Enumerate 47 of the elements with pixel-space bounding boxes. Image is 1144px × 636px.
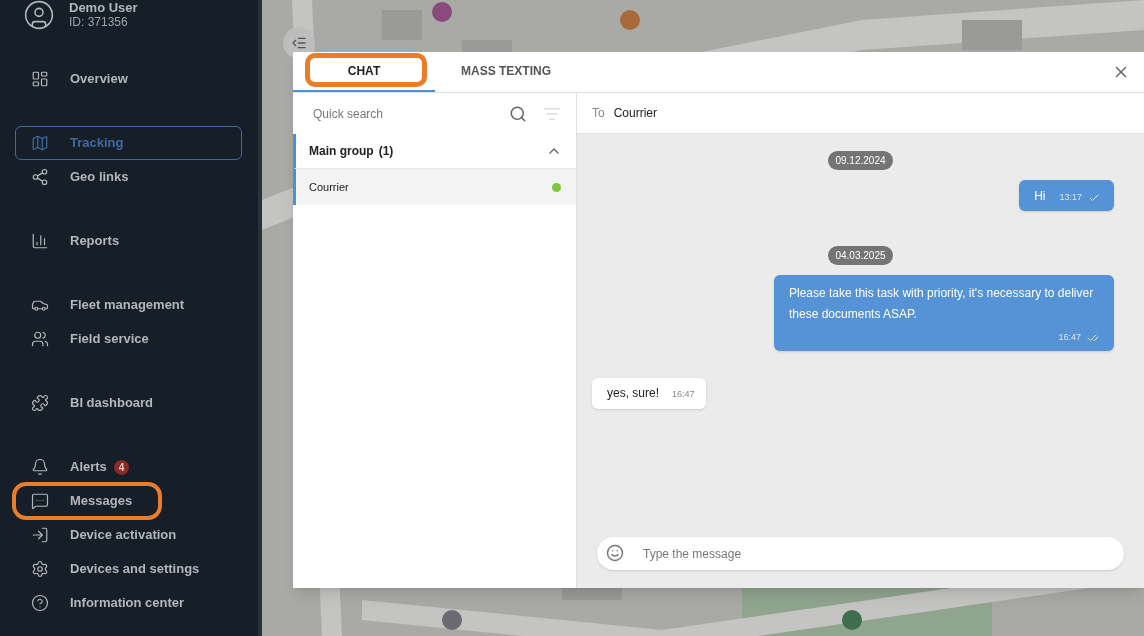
message-field[interactable]: Type the message (597, 537, 1124, 570)
chat-icon (31, 492, 49, 510)
date-chip: 09.12.2024 (828, 151, 893, 170)
nav-item[interactable]: Overview (15, 62, 242, 96)
message-text: yes, sure! (607, 385, 660, 402)
nav-item[interactable]: Devices and settings (15, 552, 242, 586)
device-login-icon (31, 526, 49, 544)
nav-item[interactable]: Geo links (15, 160, 242, 194)
nav-item[interactable]: BI dashboard (15, 386, 242, 420)
nav-item[interactable]: Device activation (15, 518, 242, 552)
user-name: Demo User (69, 0, 138, 15)
nav-item[interactable]: Fleet management (15, 288, 242, 322)
message-time: 13:17 (1059, 190, 1082, 204)
collapse-icon (291, 35, 307, 51)
count-badge: 4 (113, 459, 130, 475)
avatar-icon (23, 0, 55, 31)
nav-item[interactable]: Messages (15, 484, 242, 518)
dashboard-icon (31, 70, 49, 88)
tab[interactable]: CHAT (293, 52, 435, 92)
share-icon (31, 168, 49, 186)
nav-item[interactable]: Reports (15, 224, 242, 258)
map-icon (31, 134, 49, 152)
group-name: Main group (309, 143, 374, 160)
help-icon (31, 594, 49, 612)
contact-item[interactable]: Courrier (293, 169, 576, 205)
message-time: 16:47 (672, 388, 695, 402)
user-id: ID: 371356 (69, 15, 129, 30)
people-icon (31, 330, 49, 348)
puzzle-icon (31, 394, 49, 412)
nav-item[interactable]: Alerts 4 (15, 450, 242, 484)
nav-item[interactable]: Field service (15, 322, 242, 356)
bell-icon (31, 458, 49, 476)
recipient-label: To (592, 105, 605, 122)
emoji-icon[interactable] (606, 544, 624, 562)
nav-item[interactable]: Information center (15, 586, 242, 620)
recipient-name: Courrier (613, 105, 658, 122)
message-text: Hi (1034, 187, 1046, 205)
date-chip: 04.03.2025 (828, 246, 893, 265)
search-icon[interactable] (509, 104, 527, 123)
settings-icon (31, 560, 49, 578)
message-time: 16:47 (1058, 331, 1081, 344)
bar-chart-icon (31, 232, 49, 250)
search-field[interactable]: Quick search (313, 104, 493, 123)
message-text: Please take this task with priority, it's necessary to deliver these documents ASAP. (789, 285, 1095, 323)
tab[interactable]: MASS TEXTING (435, 52, 577, 92)
group-count: (1) (378, 143, 394, 160)
contact-name: Courrier (309, 179, 349, 195)
